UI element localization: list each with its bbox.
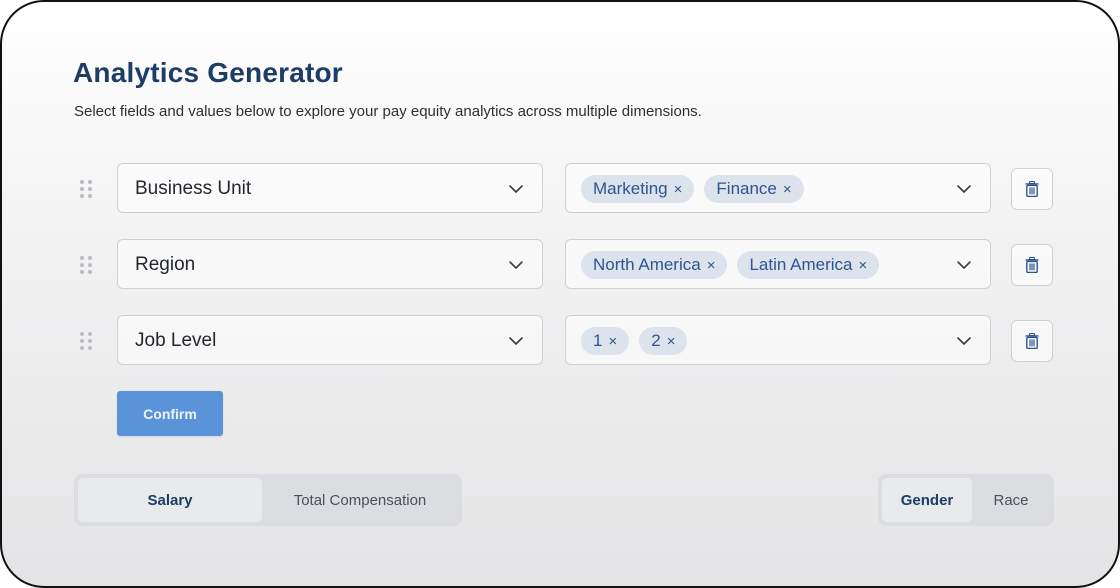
chip-remove-icon[interactable]: ×: [783, 181, 792, 198]
chip-remove-icon[interactable]: ×: [608, 333, 617, 350]
value-multiselect-region[interactable]: North America × Latin America ×: [565, 239, 991, 289]
chip-label: 1: [593, 331, 603, 350]
tab-salary[interactable]: Salary: [78, 478, 262, 522]
drag-handle-icon[interactable]: [80, 180, 92, 198]
filter-row: Region North America × Latin America ×: [2, 239, 1118, 291]
page-title: Analytics Generator: [73, 57, 343, 88]
chip-label: Latin America: [749, 255, 853, 274]
chevron-down-icon: [957, 337, 971, 345]
value-multiselect-business-unit[interactable]: Marketing × Finance ×: [565, 163, 991, 213]
chevron-down-icon: [509, 261, 523, 269]
field-select-region[interactable]: Region: [117, 239, 543, 289]
trash-icon: [1025, 257, 1039, 273]
field-select-job-level[interactable]: Job Level: [117, 315, 543, 365]
tab-gender[interactable]: Gender: [882, 478, 972, 522]
delete-row-button[interactable]: [1011, 168, 1053, 210]
value-chip: 1 ×: [581, 327, 630, 355]
chevron-down-icon: [509, 337, 523, 345]
confirm-button[interactable]: Confirm: [117, 391, 223, 436]
chevron-down-icon: [957, 261, 971, 269]
delete-row-button[interactable]: [1011, 244, 1053, 286]
app-window: Analytics Generator Select fields and va…: [0, 0, 1120, 588]
value-chip: North America ×: [581, 251, 728, 279]
value-chip: Finance ×: [704, 175, 804, 203]
value-chip: 2 ×: [639, 327, 688, 355]
chevron-down-icon: [957, 185, 971, 193]
metric-toggle: Salary Total Compensation: [74, 474, 462, 526]
field-select-business-unit[interactable]: Business Unit: [117, 163, 543, 213]
dimension-toggle: Gender Race: [878, 474, 1054, 526]
chip-remove-icon[interactable]: ×: [674, 181, 683, 198]
trash-icon: [1025, 333, 1039, 349]
chip-remove-icon[interactable]: ×: [707, 257, 716, 274]
drag-handle-icon[interactable]: [80, 332, 92, 350]
chip-remove-icon[interactable]: ×: [858, 257, 867, 274]
filter-row: Job Level 1 × 2 ×: [2, 315, 1118, 367]
drag-handle-icon[interactable]: [80, 256, 92, 274]
chip-label: 2: [651, 331, 661, 350]
filter-row: Business Unit Marketing × Finance ×: [2, 163, 1118, 215]
value-chip: Marketing ×: [581, 175, 695, 203]
value-chip: Latin America ×: [737, 251, 880, 279]
chip-label: North America: [593, 255, 701, 274]
field-select-label: Job Level: [135, 330, 217, 351]
chevron-down-icon: [509, 185, 523, 193]
trash-icon: [1025, 181, 1039, 197]
field-select-label: Region: [135, 254, 196, 275]
tab-race[interactable]: Race: [972, 478, 1050, 522]
page-subtitle: Select fields and values below to explor…: [74, 103, 702, 120]
field-select-label: Business Unit: [135, 178, 252, 199]
chip-label: Marketing: [593, 179, 668, 198]
value-multiselect-job-level[interactable]: 1 × 2 ×: [565, 315, 991, 365]
chip-remove-icon[interactable]: ×: [667, 333, 676, 350]
delete-row-button[interactable]: [1011, 320, 1053, 362]
chip-label: Finance: [716, 179, 777, 198]
tab-total-compensation[interactable]: Total Compensation: [262, 478, 458, 522]
